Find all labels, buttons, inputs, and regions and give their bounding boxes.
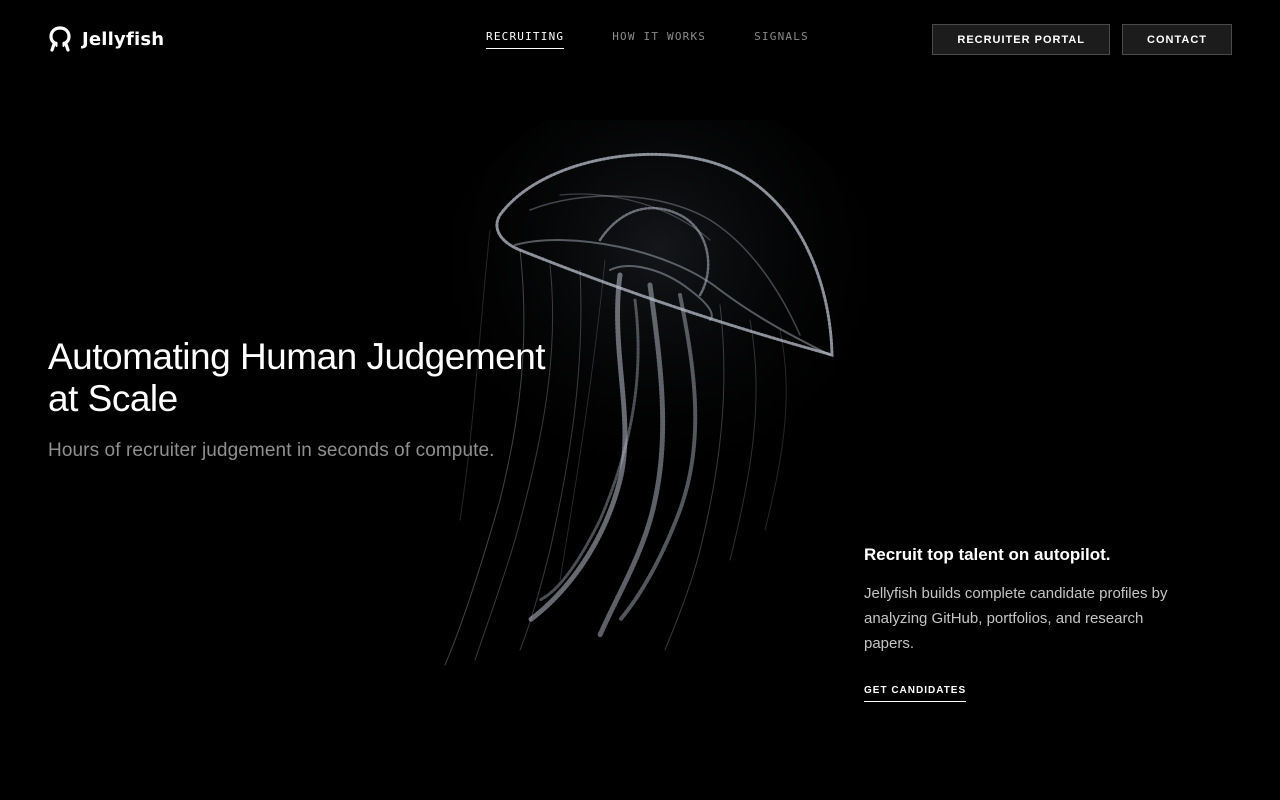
side-body: Jellyfish builds complete candidate prof… <box>864 585 1168 652</box>
recruiter-portal-button[interactable]: RECRUITER PORTAL <box>932 24 1111 55</box>
hero-section: Automating Human Judgement at Scale Hour… <box>48 336 608 462</box>
get-candidates-link[interactable]: GET CANDIDATES <box>864 685 967 702</box>
side-info: Recruit top talent on autopilot. Jellyfi… <box>864 545 1204 702</box>
side-heading: Recruit top talent on autopilot. <box>864 545 1111 564</box>
jellyfish-logo-icon <box>49 26 71 52</box>
brand-logo-link[interactable]: Jellyfish <box>48 26 164 52</box>
hero-subtitle: Hours of recruiter judgement in seconds … <box>48 440 495 461</box>
nav-item-signals[interactable]: SIGNALS <box>754 30 809 49</box>
landing-page: Jellyfish RECRUITING HOW IT WORKS SIGNAL… <box>0 0 1280 800</box>
header-actions: RECRUITER PORTAL CONTACT <box>932 24 1232 55</box>
site-header: Jellyfish RECRUITING HOW IT WORKS SIGNAL… <box>0 0 1280 80</box>
nav-item-how-it-works[interactable]: HOW IT WORKS <box>612 30 706 49</box>
hero-title-line-2: at Scale <box>48 378 178 419</box>
hero-title-line-1: Automating Human Judgement <box>48 336 546 377</box>
nav-item-recruiting[interactable]: RECRUITING <box>486 30 565 49</box>
brand-name: Jellyfish <box>82 28 165 50</box>
hero-title: Automating Human Judgement at Scale <box>48 336 608 420</box>
main-nav: RECRUITING HOW IT WORKS SIGNALS <box>486 30 809 49</box>
contact-button[interactable]: CONTACT <box>1122 24 1232 55</box>
